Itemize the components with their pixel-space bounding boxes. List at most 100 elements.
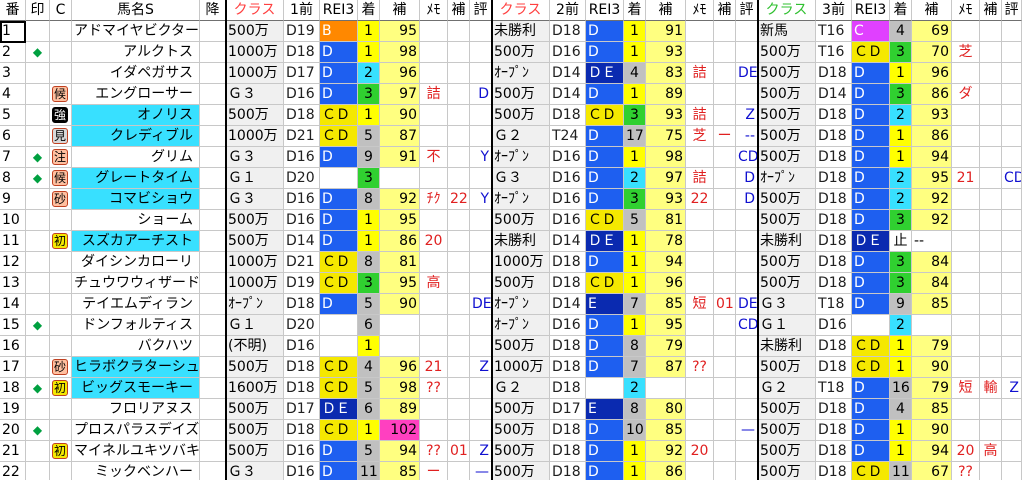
cell-mark[interactable] xyxy=(26,441,50,462)
cell-class2[interactable]: Ｇ２ xyxy=(492,126,550,147)
cell-ho3[interactable]: 94 xyxy=(912,147,952,168)
cell-eval1[interactable] xyxy=(470,399,492,420)
cell-ho2b[interactable] xyxy=(714,231,736,252)
cell-memo1[interactable] xyxy=(420,399,448,420)
cell-dist3[interactable]: D18 xyxy=(816,252,852,273)
cell-rei1[interactable]: ＣＤ xyxy=(320,273,358,294)
cell-chaku3[interactable]: 3 xyxy=(890,42,912,63)
cell-eval3[interactable] xyxy=(1002,189,1022,210)
cell-no[interactable]: 14 xyxy=(0,294,26,315)
cell-chaku3[interactable]: 3 xyxy=(890,84,912,105)
cell-mark[interactable] xyxy=(26,105,50,126)
header-rei1[interactable]: REI3 xyxy=(320,0,358,21)
cell-memo1[interactable] xyxy=(420,210,448,231)
cell-down[interactable] xyxy=(200,63,226,84)
cell-memo3[interactable]: 短 xyxy=(952,378,980,399)
cell-ho1b[interactable] xyxy=(448,336,470,357)
cell-horse[interactable]: ダイシンカローリ xyxy=(72,252,200,273)
cell-memo3[interactable]: ?? xyxy=(952,462,980,480)
cell-memo2[interactable] xyxy=(686,273,714,294)
cell-eval1[interactable] xyxy=(470,126,492,147)
cell-class3[interactable]: Ｇ２ xyxy=(758,378,816,399)
header-memo1[interactable]: ﾒﾓ xyxy=(420,0,448,21)
cell-chaku1[interactable]: 5 xyxy=(358,378,380,399)
cell-chaku3[interactable]: 2 xyxy=(890,168,912,189)
cell-memo2[interactable] xyxy=(686,210,714,231)
cell-ho1[interactable]: 92 xyxy=(380,189,420,210)
cell-rei1[interactable]: ＤＥ xyxy=(320,399,358,420)
cell-class3[interactable]: 500万 xyxy=(758,126,816,147)
cell-memo1[interactable]: ?? xyxy=(420,441,448,462)
cell-chaku2[interactable]: 1 xyxy=(624,231,646,252)
cell-ho2[interactable]: 80 xyxy=(646,399,686,420)
cell-ho2[interactable]: 85 xyxy=(646,420,686,441)
cell-class1[interactable]: 1000万 xyxy=(226,126,284,147)
cell-memo1[interactable] xyxy=(420,168,448,189)
cell-rei2[interactable]: D xyxy=(586,357,624,378)
cell-memo1[interactable]: 詰 xyxy=(420,84,448,105)
cell-no[interactable]: 15 xyxy=(0,315,26,336)
header-rei2[interactable]: REI3 xyxy=(586,0,624,21)
cell-no[interactable]: 22 xyxy=(0,462,26,480)
cell-class3[interactable]: 新馬 xyxy=(758,21,816,42)
cell-ho3b[interactable] xyxy=(980,231,1002,252)
cell-class3[interactable]: 未勝利 xyxy=(758,231,816,252)
cell-rei2[interactable]: D xyxy=(586,441,624,462)
cell-rei3[interactable]: C xyxy=(852,21,890,42)
cell-rei3[interactable]: D xyxy=(852,210,890,231)
cell-down[interactable] xyxy=(200,189,226,210)
cell-horse[interactable]: チュウワウィザード xyxy=(72,273,200,294)
cell-ho2b[interactable] xyxy=(714,105,736,126)
cell-no[interactable]: 10 xyxy=(0,210,26,231)
cell-ho3b[interactable] xyxy=(980,84,1002,105)
cell-no[interactable]: 4 xyxy=(0,84,26,105)
cell-eval2[interactable] xyxy=(736,42,758,63)
cell-memo3[interactable] xyxy=(952,231,980,252)
cell-dist3[interactable]: D18 xyxy=(816,189,852,210)
cell-chaku1[interactable]: 3 xyxy=(358,273,380,294)
cell-dist2[interactable]: D18 xyxy=(550,357,586,378)
cell-ho1[interactable]: 94 xyxy=(380,441,420,462)
cell-rei2[interactable]: D xyxy=(586,21,624,42)
cell-chaku2[interactable]: 7 xyxy=(624,294,646,315)
cell-class1[interactable]: 1600万 xyxy=(226,378,284,399)
cell-dist1[interactable]: D18 xyxy=(284,357,320,378)
cell-down[interactable] xyxy=(200,126,226,147)
cell-dist1[interactable]: D21 xyxy=(284,252,320,273)
cell-mark[interactable]: ◆ xyxy=(26,168,50,189)
cell-chaku1[interactable]: 6 xyxy=(358,315,380,336)
cell-ho2b[interactable] xyxy=(714,147,736,168)
cell-rei3[interactable]: D xyxy=(852,294,890,315)
cell-rei2[interactable]: D xyxy=(586,315,624,336)
header-class2[interactable]: クラス xyxy=(492,0,550,21)
cell-down[interactable] xyxy=(200,231,226,252)
cell-ho3b[interactable] xyxy=(980,399,1002,420)
cell-memo2[interactable]: 20 xyxy=(686,441,714,462)
cell-rei1[interactable]: ＣＤ xyxy=(320,126,358,147)
cell-rei3[interactable] xyxy=(852,315,890,336)
cell-eval3[interactable] xyxy=(1002,399,1022,420)
cell-ho1[interactable]: 98 xyxy=(380,42,420,63)
cell-memo3[interactable] xyxy=(952,273,980,294)
cell-eval2[interactable] xyxy=(736,357,758,378)
cell-chaku2[interactable]: 1 xyxy=(624,84,646,105)
cell-ho2[interactable]: 89 xyxy=(646,84,686,105)
cell-c[interactable]: 初 xyxy=(50,378,72,399)
cell-dist1[interactable]: D16 xyxy=(284,462,320,480)
cell-chaku3[interactable]: 11 xyxy=(890,462,912,480)
cell-chaku2[interactable]: 1 xyxy=(624,21,646,42)
cell-eval2[interactable]: CD xyxy=(736,315,758,336)
cell-ho1[interactable]: 97 xyxy=(380,84,420,105)
cell-chaku3[interactable]: 4 xyxy=(890,399,912,420)
cell-eval3[interactable] xyxy=(1002,462,1022,480)
cell-down[interactable] xyxy=(200,357,226,378)
cell-ho1[interactable]: 95 xyxy=(380,273,420,294)
cell-rei3[interactable]: D xyxy=(852,105,890,126)
cell-ho2b[interactable] xyxy=(714,462,736,480)
cell-ho3[interactable]: 70 xyxy=(912,42,952,63)
cell-dist2[interactable]: D18 xyxy=(550,252,586,273)
cell-ho2[interactable]: 94 xyxy=(646,252,686,273)
cell-class1[interactable]: Ｇ３ xyxy=(226,147,284,168)
cell-rei3[interactable]: D xyxy=(852,420,890,441)
header-eval2[interactable]: 評 xyxy=(736,0,758,21)
